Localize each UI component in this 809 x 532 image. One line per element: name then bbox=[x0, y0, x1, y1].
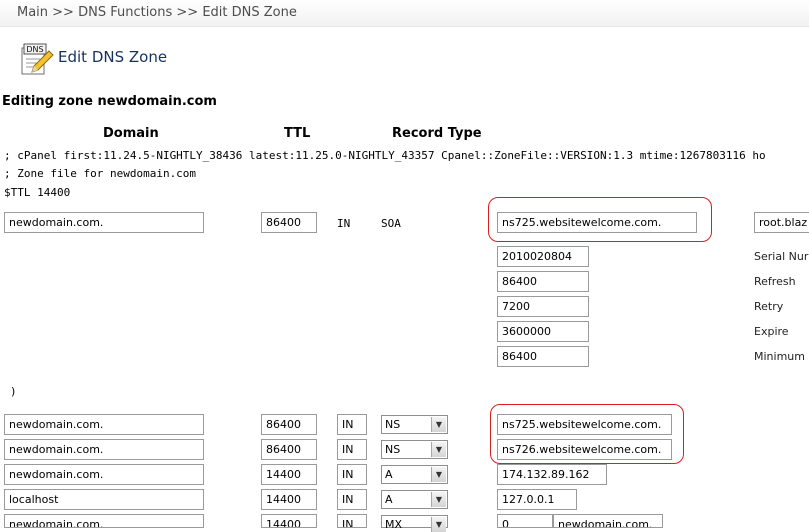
soa-minimum-label: Minimum bbox=[754, 350, 805, 363]
record-type-value: A bbox=[385, 493, 393, 506]
record-type-select[interactable]: A ▼ bbox=[381, 465, 448, 484]
record-ttl-input[interactable]: 14400 bbox=[261, 489, 317, 510]
record-type-value: NS bbox=[385, 443, 401, 456]
record-domain-input[interactable]: newdomain.com. bbox=[4, 414, 204, 435]
soa-class-label: IN bbox=[337, 217, 351, 230]
soa-serial-input[interactable]: 2010020804 bbox=[497, 246, 589, 267]
record-ttl-input[interactable]: 14400 bbox=[261, 464, 317, 485]
soa-domain-input[interactable]: newdomain.com. bbox=[4, 212, 204, 233]
record-ttl-input[interactable]: 86400 bbox=[261, 414, 317, 435]
record-class-input[interactable]: IN bbox=[337, 464, 367, 485]
record-type-select[interactable]: A ▼ bbox=[381, 490, 448, 509]
soa-expire-label: Expire bbox=[754, 325, 789, 338]
record-ttl-input[interactable]: 14400 bbox=[261, 514, 317, 528]
record-type-value: MX bbox=[385, 518, 403, 531]
soa-retry-label: Retry bbox=[754, 300, 784, 313]
soa-minimum-input[interactable]: 86400 bbox=[497, 346, 589, 367]
breadcrumb-bar: Main >> DNS Functions >> Edit DNS Zone bbox=[0, 0, 809, 27]
record-value-input[interactable]: ns726.websitewelcome.com. bbox=[497, 439, 672, 460]
icon-badge-text: DNS bbox=[26, 45, 43, 54]
chevron-down-icon[interactable]: ▼ bbox=[431, 467, 446, 482]
soa-contact-input[interactable]: root.blaz bbox=[754, 212, 809, 233]
soa-retry-input[interactable]: 7200 bbox=[497, 296, 589, 317]
chevron-down-icon[interactable]: ▼ bbox=[431, 492, 446, 507]
record-class-input[interactable]: IN bbox=[337, 489, 367, 510]
record-value-input[interactable]: ns725.websitewelcome.com. bbox=[497, 414, 672, 435]
dns-page-icon: DNS bbox=[20, 42, 54, 75]
domain-column-header: Domain bbox=[103, 126, 159, 141]
zone-comment-file: ; Zone file for newdomain.com bbox=[4, 167, 197, 180]
record-domain-input[interactable]: newdomain.com. bbox=[4, 464, 204, 485]
record-type-value: A bbox=[385, 468, 393, 481]
record-type-select[interactable]: MX ▼ bbox=[381, 515, 448, 532]
zone-ttl-directive: $TTL 14400 bbox=[4, 186, 71, 199]
record-type-select[interactable]: NS ▼ bbox=[381, 440, 448, 459]
soa-expire-input[interactable]: 3600000 bbox=[497, 321, 589, 342]
record-class-input[interactable]: IN bbox=[337, 414, 367, 435]
record-type-column-header: Record Type bbox=[392, 126, 482, 141]
record-value-input[interactable]: 127.0.0.1 bbox=[497, 489, 577, 510]
record-value-input[interactable]: 174.132.89.162 bbox=[497, 464, 607, 485]
chevron-down-icon[interactable]: ▼ bbox=[431, 442, 446, 457]
soa-refresh-label: Refresh bbox=[754, 275, 796, 288]
soa-refresh-input[interactable]: 86400 bbox=[497, 271, 589, 292]
record-class-input[interactable]: IN bbox=[337, 439, 367, 460]
record-domain-input[interactable]: localhost bbox=[4, 489, 204, 510]
soa-serial-label: Serial Nur bbox=[754, 250, 809, 263]
record-type-select[interactable]: NS ▼ bbox=[381, 415, 448, 434]
record-class-input[interactable]: IN bbox=[337, 514, 367, 528]
zone-heading: Editing zone newdomain.com bbox=[2, 94, 217, 109]
record-domain-input[interactable]: newdomain.com. bbox=[4, 439, 204, 460]
record-ttl-input[interactable]: 86400 bbox=[261, 439, 317, 460]
soa-ttl-input[interactable]: 86400 bbox=[261, 212, 317, 233]
soa-close-paren: ) bbox=[10, 385, 17, 398]
soa-primary-ns-input[interactable]: ns725.websitewelcome.com. bbox=[497, 212, 697, 233]
mx-priority-input[interactable]: 0 bbox=[497, 514, 553, 528]
chevron-down-icon[interactable]: ▼ bbox=[431, 417, 446, 432]
soa-type-label: SOA bbox=[381, 217, 401, 230]
chevron-down-icon[interactable]: ▼ bbox=[431, 517, 446, 532]
breadcrumb[interactable]: Main >> DNS Functions >> Edit DNS Zone bbox=[17, 5, 297, 20]
record-domain-input[interactable]: newdomain.com. bbox=[4, 514, 204, 528]
record-type-value: NS bbox=[385, 418, 401, 431]
zone-comment-version: ; cPanel first:11.24.5-NIGHTLY_38436 lat… bbox=[4, 149, 766, 162]
ttl-column-header: TTL bbox=[284, 126, 311, 141]
record-value-input[interactable]: newdomain.com. bbox=[553, 514, 663, 528]
page-title: Edit DNS Zone bbox=[58, 48, 168, 66]
